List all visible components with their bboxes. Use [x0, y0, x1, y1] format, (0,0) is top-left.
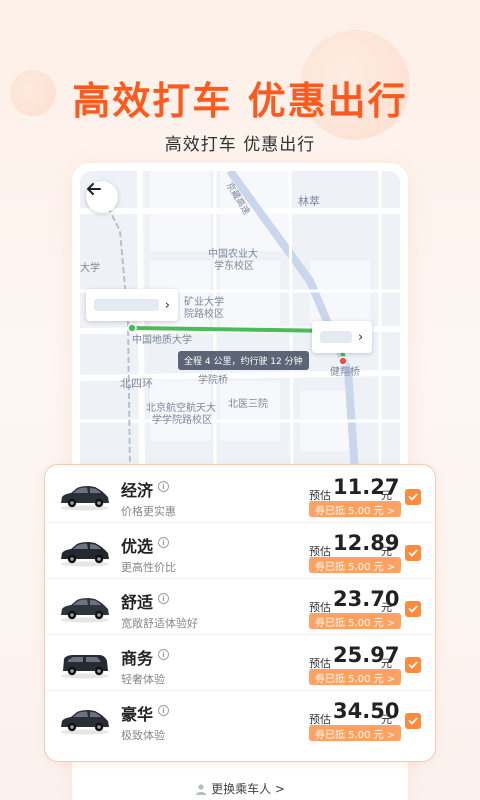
ride-tier-name: 优选: [121, 537, 154, 556]
start-location-bubble[interactable]: ›: [86, 289, 178, 321]
map-label-xueyuanqiao: 学院桥: [198, 375, 228, 386]
map-label-beisihuan: 北四环: [120, 377, 153, 390]
map-label-beihang: 北京航空航天大: [146, 403, 216, 414]
coupon-badge[interactable]: 券已抵 5.00 元 >: [309, 613, 402, 629]
map-label-jiankangqiao: 健翔桥: [330, 367, 360, 378]
chevron-right-icon: ›: [358, 329, 364, 345]
route-map[interactable]: 林萃 中国农业大 学东校区 矿业大学 院路校区 中国地质大学 大学 北四环 学院…: [80, 171, 400, 471]
info-icon[interactable]: i: [158, 481, 169, 492]
ride-option-row[interactable]: 经济 i 价格更实惠 预估 11.27 元 券已抵 5.00 元 >: [45, 467, 435, 523]
ride-select-checkbox[interactable]: [405, 601, 421, 617]
ride-option-row[interactable]: 商务 i 轻奢体验 预估 25.97 元 券已抵 5.00 元 >: [45, 635, 435, 691]
car-icon: [61, 486, 109, 511]
back-button[interactable]: [86, 181, 118, 213]
end-marker: [338, 356, 348, 366]
coupon-badge[interactable]: 券已抵 5.00 元 >: [309, 725, 402, 741]
start-location-text: [94, 299, 159, 311]
chevron-right-icon: ›: [164, 297, 170, 313]
change-passenger-link[interactable]: 更换乘车人 >: [0, 780, 480, 797]
end-location-bubble[interactable]: ›: [312, 321, 372, 353]
ride-tier-name: 商务: [121, 649, 154, 668]
coupon-badge[interactable]: 券已抵 5.00 元 >: [309, 669, 402, 685]
check-icon: [408, 717, 418, 725]
ride-tier-name: 舒适: [121, 593, 154, 612]
ride-select-checkbox[interactable]: [405, 713, 421, 729]
car-icon: [61, 598, 109, 623]
map-label-beihang2: 学学院路校区: [152, 415, 212, 426]
promo-subline: 高效打车 优惠出行: [164, 135, 316, 155]
ride-option-row[interactable]: 优选 i 更高性价比 预估 12.89 元 券已抵 5.00 元 >: [45, 523, 435, 579]
map-label-mining2: 院路校区: [184, 309, 224, 320]
start-marker: [127, 323, 137, 333]
arrow-left-icon: [87, 183, 101, 195]
car-icon: [61, 710, 109, 735]
car-icon: [61, 542, 109, 567]
map-label-daxue: 大学: [80, 263, 100, 274]
ride-option-row[interactable]: 舒适 i 宽敞舒适体验好 预估 23.70 元 券已抵 5.00 元 >: [45, 579, 435, 635]
info-icon[interactable]: i: [158, 593, 169, 604]
info-icon[interactable]: i: [158, 705, 169, 716]
ride-tier-name: 经济: [121, 481, 154, 500]
info-icon[interactable]: i: [158, 537, 169, 548]
ride-tier-desc: 价格更实惠: [121, 505, 176, 518]
check-icon: [408, 605, 418, 613]
car-icon: [61, 655, 109, 679]
check-icon: [408, 493, 418, 501]
ride-select-checkbox[interactable]: [405, 489, 421, 505]
coupon-badge[interactable]: 券已抵 5.00 元 >: [309, 557, 402, 573]
end-location-text: [320, 331, 352, 343]
map-label-linsui: 林萃: [298, 195, 320, 208]
map-label-geo: 中国地质大学: [132, 335, 192, 346]
map-label-agri: 中国农业大: [208, 249, 258, 260]
ride-option-row[interactable]: 豪华 i 极致体验 预估 34.50 元 券已抵 5.00 元 >: [45, 691, 435, 747]
ride-tier-desc: 更高性价比: [121, 561, 176, 574]
route-summary-tip: 全程 4 公里，约行驶 12 分钟: [178, 351, 309, 370]
ride-tier-desc: 极致体验: [121, 729, 165, 742]
ride-options-panel: 经济 i 价格更实惠 预估 11.27 元 券已抵 5.00 元 > 优选 i …: [44, 464, 436, 762]
check-icon: [408, 549, 418, 557]
change-passenger-label: 更换乘车人 >: [211, 782, 285, 796]
coupon-badge[interactable]: 券已抵 5.00 元 >: [309, 501, 402, 517]
ride-tier-desc: 宽敞舒适体验好: [121, 617, 198, 630]
map-label-beiyi: 北医三院: [228, 399, 268, 410]
map-label-agri2: 学东校区: [214, 261, 254, 272]
check-icon: [408, 661, 418, 669]
ride-select-checkbox[interactable]: [405, 545, 421, 561]
ride-tier-desc: 轻奢体验: [121, 673, 165, 686]
ride-tier-name: 豪华: [121, 705, 154, 724]
person-icon: [196, 783, 207, 795]
ride-select-checkbox[interactable]: [405, 657, 421, 673]
map-label-mining: 矿业大学: [184, 297, 224, 308]
info-icon[interactable]: i: [158, 649, 169, 660]
promo-headline: 高效打车 优惠出行: [72, 79, 408, 123]
